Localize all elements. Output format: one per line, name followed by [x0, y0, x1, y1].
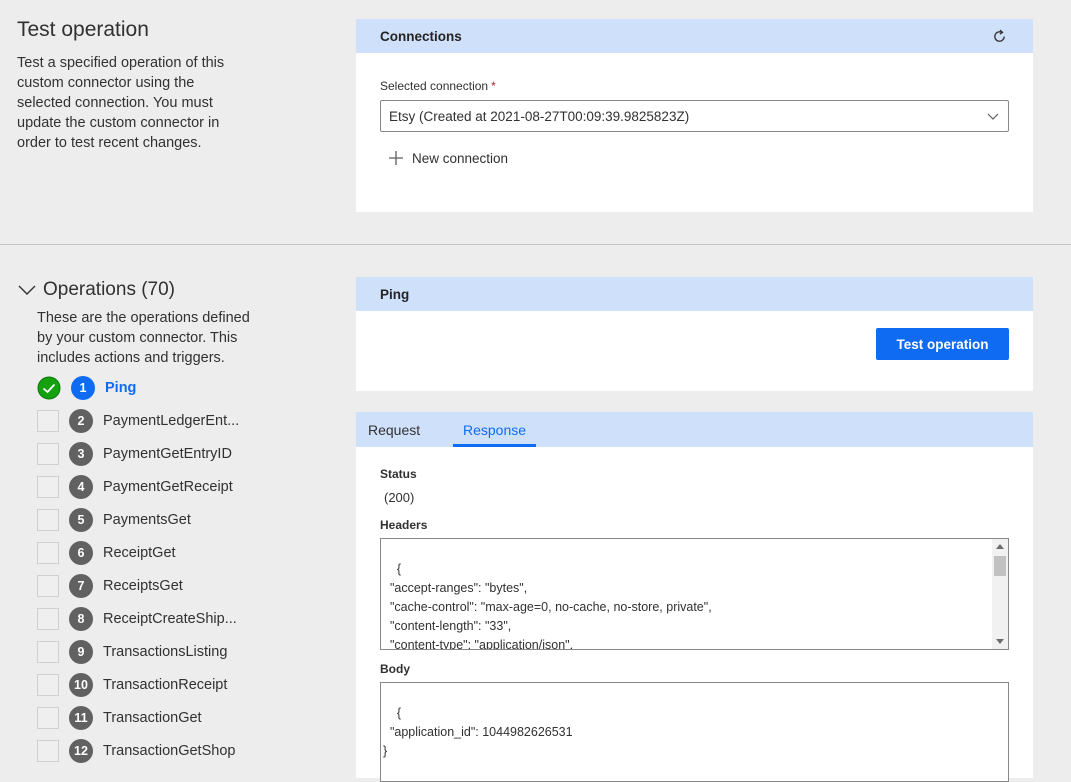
status-value: (200): [384, 490, 415, 505]
connections-card: Connections Selected connection * Etsy (C…: [356, 19, 1033, 212]
operation-checkbox[interactable]: [37, 707, 59, 729]
operation-number-badge: 11: [69, 706, 93, 730]
scroll-down-icon[interactable]: [996, 639, 1004, 644]
operation-number-badge: 5: [69, 508, 93, 532]
test-operation-title: Test operation: [17, 18, 149, 41]
operation-item[interactable]: 7 ReceiptsGet: [37, 573, 183, 599]
operation-item[interactable]: 6 ReceiptGet: [37, 540, 176, 566]
tab-request[interactable]: Request: [368, 412, 420, 447]
body-textarea[interactable]: { "application_id": 1044982626531 }: [380, 682, 1009, 782]
ping-header-label: Ping: [380, 286, 410, 302]
test-operation-description: Test a specified operation of this custo…: [17, 55, 225, 151]
operation-name: TransactionsListing: [103, 644, 228, 660]
operation-number-badge: 3: [69, 442, 93, 466]
operations-description: These are the operations defined by your…: [37, 310, 250, 366]
body-label: Body: [380, 662, 410, 676]
required-mark: *: [491, 79, 496, 93]
operation-name: PaymentsGet: [103, 512, 191, 528]
active-tab-indicator: [453, 444, 536, 447]
operation-checkbox[interactable]: [37, 509, 59, 531]
refresh-icon: [993, 29, 1005, 42]
response-card: Request Response Status (200) Headers { …: [356, 412, 1033, 782]
operation-checkbox[interactable]: [37, 575, 59, 597]
refresh-button[interactable]: [989, 26, 1009, 46]
connection-select-value: Etsy (Created at 2021-08-27T00:09:39.982…: [389, 108, 690, 124]
operation-item[interactable]: 2 PaymentLedgerEnt...: [37, 408, 239, 434]
operation-item[interactable]: 3 PaymentGetEntryID: [37, 441, 232, 467]
new-connection-label: New connection: [412, 150, 509, 166]
operation-item[interactable]: 1 Ping: [37, 375, 136, 401]
operation-name: PaymentLedgerEnt...: [103, 413, 240, 429]
operation-item[interactable]: 5 PaymentsGet: [37, 507, 191, 533]
request-response-tabs: Request Response: [356, 412, 1033, 447]
operation-item[interactable]: 10 TransactionReceipt: [37, 672, 227, 698]
headers-label: Headers: [380, 518, 428, 532]
operation-name: Ping: [105, 380, 137, 396]
status-label: Status: [380, 467, 417, 481]
operation-name: ReceiptGet: [103, 545, 176, 561]
operation-name: TransactionReceipt: [103, 677, 228, 693]
check-circle-icon: [37, 376, 61, 400]
operation-item[interactable]: 9 TransactionsListing: [37, 639, 227, 665]
operation-checkbox[interactable]: [37, 740, 59, 762]
operation-checkbox[interactable]: [37, 443, 59, 465]
operation-checkbox[interactable]: [37, 410, 59, 432]
operation-item[interactable]: 8 ReceiptCreateShip...: [37, 606, 237, 632]
operation-name: TransactionGet: [103, 710, 202, 726]
check-icon: [37, 376, 61, 400]
ping-card-header: Ping: [356, 277, 1033, 311]
operation-checkbox[interactable]: [37, 476, 59, 498]
operation-name: PaymentGetEntryID: [103, 446, 232, 462]
operation-number-badge: 9: [69, 640, 93, 664]
operation-number-badge: 1: [71, 376, 95, 400]
connection-select[interactable]: Etsy (Created at 2021-08-27T00:09:39.982…: [380, 100, 1009, 132]
operation-number-badge: 12: [69, 739, 93, 763]
operation-name: ReceiptCreateShip...: [103, 611, 237, 627]
body-content: { "application_id": 1044982626531 }: [383, 706, 573, 758]
operations-title: Operations (70): [43, 279, 176, 300]
tab-request-label: Request: [368, 422, 421, 438]
operation-item[interactable]: 11 TransactionGet: [37, 705, 202, 731]
headers-textarea[interactable]: { "accept-ranges": "bytes", "cache-contr…: [380, 538, 1009, 650]
connections-card-header: Connections: [356, 19, 1033, 53]
selected-connection-label: Selected connection *: [380, 79, 496, 93]
chevron-down-icon: [18, 285, 36, 295]
operation-name: PaymentGetReceipt: [103, 479, 233, 495]
operation-checkbox[interactable]: [37, 542, 59, 564]
new-connection-button[interactable]: New connection: [388, 150, 508, 166]
headers-content: { "accept-ranges": "bytes", "cache-contr…: [389, 562, 712, 650]
headers-scrollbar[interactable]: [992, 539, 1008, 649]
operation-number-badge: 6: [69, 541, 93, 565]
scroll-up-icon[interactable]: [996, 544, 1004, 549]
section-divider: [0, 244, 1071, 245]
scroll-thumb[interactable]: [994, 556, 1006, 576]
tab-response[interactable]: Response: [453, 412, 536, 447]
plus-icon: [389, 151, 403, 165]
operation-name: TransactionGetShop: [103, 743, 236, 759]
chevron-down-icon: [987, 113, 999, 120]
ping-card: Ping Test operation: [356, 277, 1033, 391]
tab-response-label: Response: [462, 422, 527, 438]
operation-name: ReceiptsGet: [103, 578, 183, 594]
operation-checkbox[interactable]: [37, 674, 59, 696]
operation-checkbox[interactable]: [37, 641, 59, 663]
operation-checkbox[interactable]: [37, 608, 59, 630]
test-operation-button[interactable]: Test operation: [876, 328, 1009, 360]
operation-number-badge: 8: [69, 607, 93, 631]
operation-number-badge: 7: [69, 574, 93, 598]
operation-item[interactable]: 4 PaymentGetReceipt: [37, 474, 233, 500]
operation-number-badge: 10: [69, 673, 93, 697]
operation-number-badge: 2: [69, 409, 93, 433]
operation-item[interactable]: 12 TransactionGetShop: [37, 738, 235, 764]
selected-connection-label-text: Selected connection: [380, 79, 489, 93]
operation-number-badge: 4: [69, 475, 93, 499]
connections-header-label: Connections: [380, 28, 462, 44]
operations-toggle[interactable]: Operations (70): [17, 279, 175, 301]
